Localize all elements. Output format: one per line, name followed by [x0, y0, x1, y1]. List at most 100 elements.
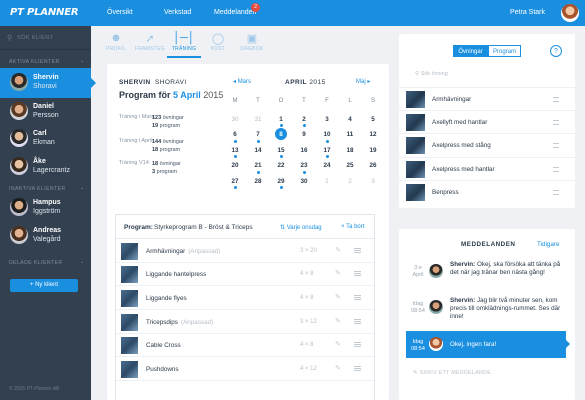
edit-icon[interactable]: ✎: [335, 364, 341, 372]
library-item[interactable]: Armhävningar: [399, 87, 575, 110]
tab-ovningar[interactable]: Övningar: [453, 45, 488, 57]
program-name[interactable]: Styrkeprogram B - Bröst & Triceps: [154, 224, 253, 231]
calendar-day[interactable]: 6: [228, 131, 242, 138]
library-item[interactable]: Axellyft med hantlar: [399, 110, 575, 133]
calendar-day[interactable]: 16: [297, 147, 311, 154]
calendar-day[interactable]: 2: [343, 178, 357, 185]
edit-icon[interactable]: ✎: [335, 340, 341, 348]
calendar-day-today[interactable]: 8: [274, 131, 288, 138]
tab-framsteg[interactable]: ➚ FRAMSTEG: [133, 32, 167, 52]
calendar-day[interactable]: 26: [366, 162, 380, 169]
drag-handle-icon[interactable]: [354, 342, 361, 347]
calendar-day[interactable]: 5: [366, 116, 380, 123]
repeat-button[interactable]: ⇅ Varje onsdag: [280, 224, 322, 231]
edit-icon[interactable]: ✎: [335, 246, 341, 254]
tab-traning[interactable]: │─│ TRÄNING: [167, 32, 201, 58]
drag-handle-icon[interactable]: [354, 295, 361, 300]
client-item-andreas[interactable]: Andreas Valegård: [0, 221, 91, 251]
earlier-messages-link[interactable]: Tidigare: [537, 241, 560, 248]
edit-icon[interactable]: ✎: [335, 293, 341, 301]
calendar-day[interactable]: 21: [251, 162, 265, 169]
drag-handle-icon[interactable]: [553, 190, 559, 195]
nav-oversikt[interactable]: Översikt: [107, 9, 133, 16]
chevron-down-icon[interactable]: ⌄: [80, 58, 84, 64]
calendar-day[interactable]: 22: [274, 162, 288, 169]
calendar-day[interactable]: 29: [274, 178, 288, 185]
edit-icon[interactable]: ✎: [335, 269, 341, 277]
calendar-day[interactable]: 12: [366, 131, 380, 138]
exercise-row[interactable]: Armhävningar (Anpassad) 3 × 20 ✎: [116, 240, 374, 263]
exercise-search-input[interactable]: Sök övning: [421, 71, 448, 77]
calendar-day[interactable]: 3: [366, 178, 380, 185]
calendar-next[interactable]: Maj ▸: [356, 78, 370, 85]
new-client-button[interactable]: + Ny klient: [10, 279, 78, 292]
client-item-hampus[interactable]: Hampus Iggström: [0, 193, 91, 223]
exercise-row[interactable]: Liggande hantelpress 4 × 8 ✎: [116, 263, 374, 286]
exercise-search[interactable]: ⚲ Sök övning: [415, 71, 448, 77]
calendar-day[interactable]: 28: [251, 178, 265, 185]
calendar-day[interactable]: 15: [274, 147, 288, 154]
calendar-day[interactable]: 9: [297, 131, 311, 138]
exercise-row[interactable]: Liggande flyes 4 × 8 ✎: [116, 287, 374, 310]
drag-handle-icon[interactable]: [553, 167, 559, 172]
calendar-day[interactable]: 4: [343, 116, 357, 123]
calendar-day[interactable]: 27: [228, 178, 242, 185]
drag-handle-icon[interactable]: [354, 248, 361, 253]
calendar-day[interactable]: 10: [320, 131, 334, 138]
library-item[interactable]: Benpress: [399, 180, 575, 203]
calendar-day[interactable]: 7: [251, 131, 265, 138]
drag-handle-icon[interactable]: [354, 319, 361, 324]
tab-kost[interactable]: ◯ KOST: [201, 32, 235, 52]
calendar-day[interactable]: 1: [320, 178, 334, 185]
calendar-day[interactable]: 31: [251, 116, 265, 123]
calendar-day[interactable]: 20: [228, 162, 242, 169]
client-item-daniel[interactable]: Daniel Persson: [0, 97, 91, 127]
user-name[interactable]: Petra Stark: [510, 9, 545, 16]
app-logo[interactable]: PT PLANNER: [10, 7, 79, 18]
calendar-day[interactable]: 23: [297, 162, 311, 169]
exercise-row[interactable]: Pushdowns 4 × 12 ✎: [116, 358, 374, 381]
delete-program-button[interactable]: × Ta bort: [341, 224, 364, 230]
exercise-name: Liggande hantelpress: [146, 271, 209, 278]
client-search-input[interactable]: SÖK KLIENT: [17, 35, 53, 41]
edit-icon[interactable]: ✎: [335, 317, 341, 325]
client-item-ake[interactable]: Åke Lagercrantz: [0, 152, 91, 182]
calendar-day[interactable]: 2: [297, 116, 311, 123]
library-item[interactable]: Axelpress med stång: [399, 133, 575, 156]
chevron-down-icon[interactable]: ⌄: [80, 259, 84, 265]
drag-handle-icon[interactable]: [354, 271, 361, 276]
drag-handle-icon[interactable]: [553, 120, 559, 125]
calendar-day[interactable]: 19: [366, 147, 380, 154]
calendar-day[interactable]: 18: [343, 147, 357, 154]
nav-meddelanden[interactable]: Meddelanden: [214, 9, 256, 16]
library-item[interactable]: Axelpress med hantlar: [399, 157, 575, 180]
calendar-day[interactable]: 25: [343, 162, 357, 169]
drag-handle-icon[interactable]: [354, 366, 361, 371]
chevron-down-icon[interactable]: ⌄: [80, 185, 84, 191]
calendar-day[interactable]: 11: [343, 131, 357, 138]
calendar-day[interactable]: 30: [297, 178, 311, 185]
calendar-prev[interactable]: ◂ Mars: [233, 78, 251, 85]
calendar-day[interactable]: 1: [274, 116, 288, 123]
exercise-row[interactable]: Cable Cross 4 × 8 ✎: [116, 334, 374, 357]
exercise-row[interactable]: Tricepsdips (Anpassad) 3 × 12 ✎: [116, 311, 374, 334]
tab-dagbok[interactable]: ▣ DAGBOK: [235, 32, 269, 52]
calendar-day[interactable]: 13: [228, 147, 242, 154]
calendar-day[interactable]: 3: [320, 116, 334, 123]
calendar-day[interactable]: 14: [251, 147, 265, 154]
drag-handle-icon[interactable]: [553, 143, 559, 148]
write-message-input[interactable]: ✎ SKRIV ETT MEDDELANDE: [413, 370, 491, 376]
calendar-day[interactable]: 17: [320, 147, 334, 154]
calendar-day[interactable]: 30: [228, 116, 242, 123]
tab-program[interactable]: Program: [488, 45, 521, 57]
nav-verkstad[interactable]: Verkstad: [164, 9, 191, 16]
client-item-shervin[interactable]: Shervin Shoravi: [0, 68, 96, 98]
calendar-day[interactable]: 24: [320, 162, 334, 169]
help-icon[interactable]: ?: [550, 45, 562, 57]
user-avatar[interactable]: [561, 4, 579, 22]
client-search[interactable]: ⚲ SÖK KLIENT: [0, 26, 91, 50]
message-selected[interactable]: Idag 08:54 Okej, ingen fara!: [406, 331, 570, 358]
drag-handle-icon[interactable]: [553, 97, 559, 102]
client-item-carl[interactable]: Carl Ekman: [0, 124, 91, 154]
tab-profil[interactable]: ☻ PROFIL: [99, 32, 133, 52]
